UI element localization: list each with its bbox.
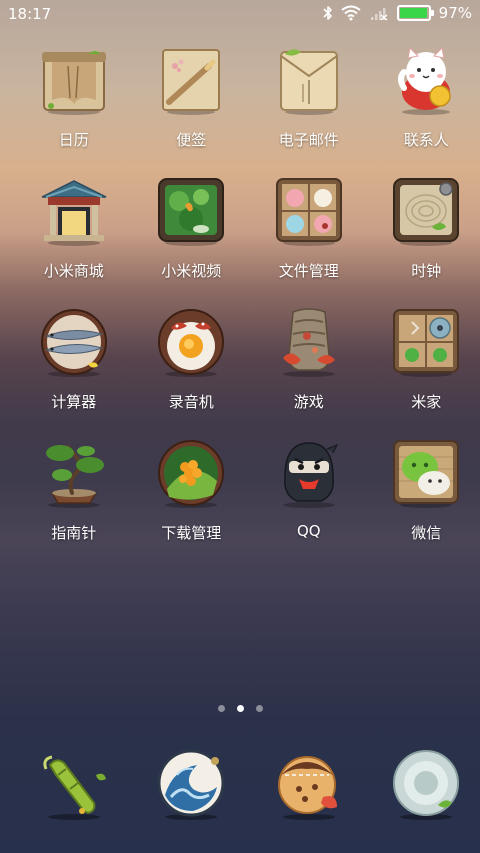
page-dot[interactable] <box>217 705 225 712</box>
app-label: 便签 <box>176 131 207 149</box>
downloads-icon <box>155 437 227 509</box>
status-indicators: 97% <box>323 4 472 22</box>
app-row: 计算器 录音机 游戏 米家 <box>0 302 480 433</box>
app-label: QQ <box>296 522 321 540</box>
email-icon <box>273 44 345 116</box>
app-label: 小米视频 <box>161 262 222 280</box>
no-signal-icon <box>369 5 389 21</box>
app-label: 计算器 <box>51 393 97 411</box>
status-bar: 18:17 97% <box>0 0 480 28</box>
notes-icon <box>155 44 227 116</box>
games-icon <box>273 306 345 378</box>
app-mi-video[interactable]: 小米视频 <box>138 171 246 302</box>
app-row: 小米商城 小米视频 文件管理 时钟 <box>0 171 480 302</box>
app-downloads[interactable]: 下载管理 <box>138 433 246 564</box>
battery-icon <box>396 5 434 21</box>
app-file-manager[interactable]: 文件管理 <box>255 171 363 302</box>
app-compass[interactable]: 指南针 <box>20 433 128 564</box>
app-label: 时钟 <box>411 262 442 280</box>
app-calculator[interactable]: 计算器 <box>20 302 128 433</box>
app-contacts[interactable]: 联系人 <box>373 40 480 171</box>
app-notes[interactable]: 便签 <box>138 40 246 171</box>
app-mijia[interactable]: 米家 <box>373 302 480 433</box>
app-label: 文件管理 <box>278 262 339 280</box>
app-row: 指南针 下载管理 QQ 微信 <box>0 433 480 564</box>
app-calendar[interactable]: 日历 <box>20 40 128 171</box>
app-recorder[interactable]: 录音机 <box>138 302 246 433</box>
app-label: 日历 <box>58 131 89 149</box>
app-label: 电子邮件 <box>278 131 339 149</box>
recorder-icon <box>155 306 227 378</box>
app-qq[interactable]: QQ <box>255 433 363 564</box>
dock-camera[interactable] <box>373 745 480 835</box>
contacts-icon <box>390 44 462 116</box>
wifi-icon <box>341 5 361 21</box>
qq-icon <box>273 437 345 509</box>
page-dot-active[interactable] <box>236 705 244 712</box>
battery-percent: 97% <box>438 4 472 22</box>
dock-phone[interactable] <box>20 745 128 835</box>
bluetooth-icon <box>323 5 333 21</box>
phone-icon <box>36 745 112 835</box>
mijia-icon <box>390 306 462 378</box>
messages-icon <box>153 745 229 835</box>
dock <box>0 745 480 835</box>
mi-store-icon <box>38 175 110 247</box>
page-dot[interactable] <box>255 705 263 712</box>
camera-icon <box>388 745 464 835</box>
app-label: 录音机 <box>168 393 214 411</box>
dock-messages[interactable] <box>138 745 246 835</box>
calendar-icon <box>38 44 110 116</box>
app-email[interactable]: 电子邮件 <box>255 40 363 171</box>
clock-icon <box>390 175 462 247</box>
app-clock[interactable]: 时钟 <box>373 171 480 302</box>
app-mi-store[interactable]: 小米商城 <box>20 171 128 302</box>
browser-icon <box>271 745 347 835</box>
app-label: 小米商城 <box>43 262 104 280</box>
app-label: 下载管理 <box>161 524 222 542</box>
compass-icon <box>38 437 110 509</box>
app-label: 指南针 <box>51 524 97 542</box>
status-time: 18:17 <box>8 5 52 23</box>
file-manager-icon <box>273 175 345 247</box>
app-games[interactable]: 游戏 <box>255 302 363 433</box>
app-label: 游戏 <box>293 393 324 411</box>
app-row: 日历 便签 电子邮件 联系人 <box>0 40 480 171</box>
page-indicator[interactable] <box>0 705 480 712</box>
app-label: 米家 <box>411 393 442 411</box>
app-wechat[interactable]: 微信 <box>373 433 480 564</box>
app-grid: 日历 便签 电子邮件 联系人 小米商城 小米视频 文件管理 时钟 计算器 录音机… <box>0 40 480 564</box>
mi-video-icon <box>155 175 227 247</box>
app-label: 联系人 <box>403 131 449 149</box>
battery-level-fill <box>399 8 427 18</box>
wechat-icon <box>390 437 462 509</box>
dock-browser[interactable] <box>255 745 363 835</box>
app-label: 微信 <box>411 524 442 542</box>
calculator-icon <box>38 306 110 378</box>
